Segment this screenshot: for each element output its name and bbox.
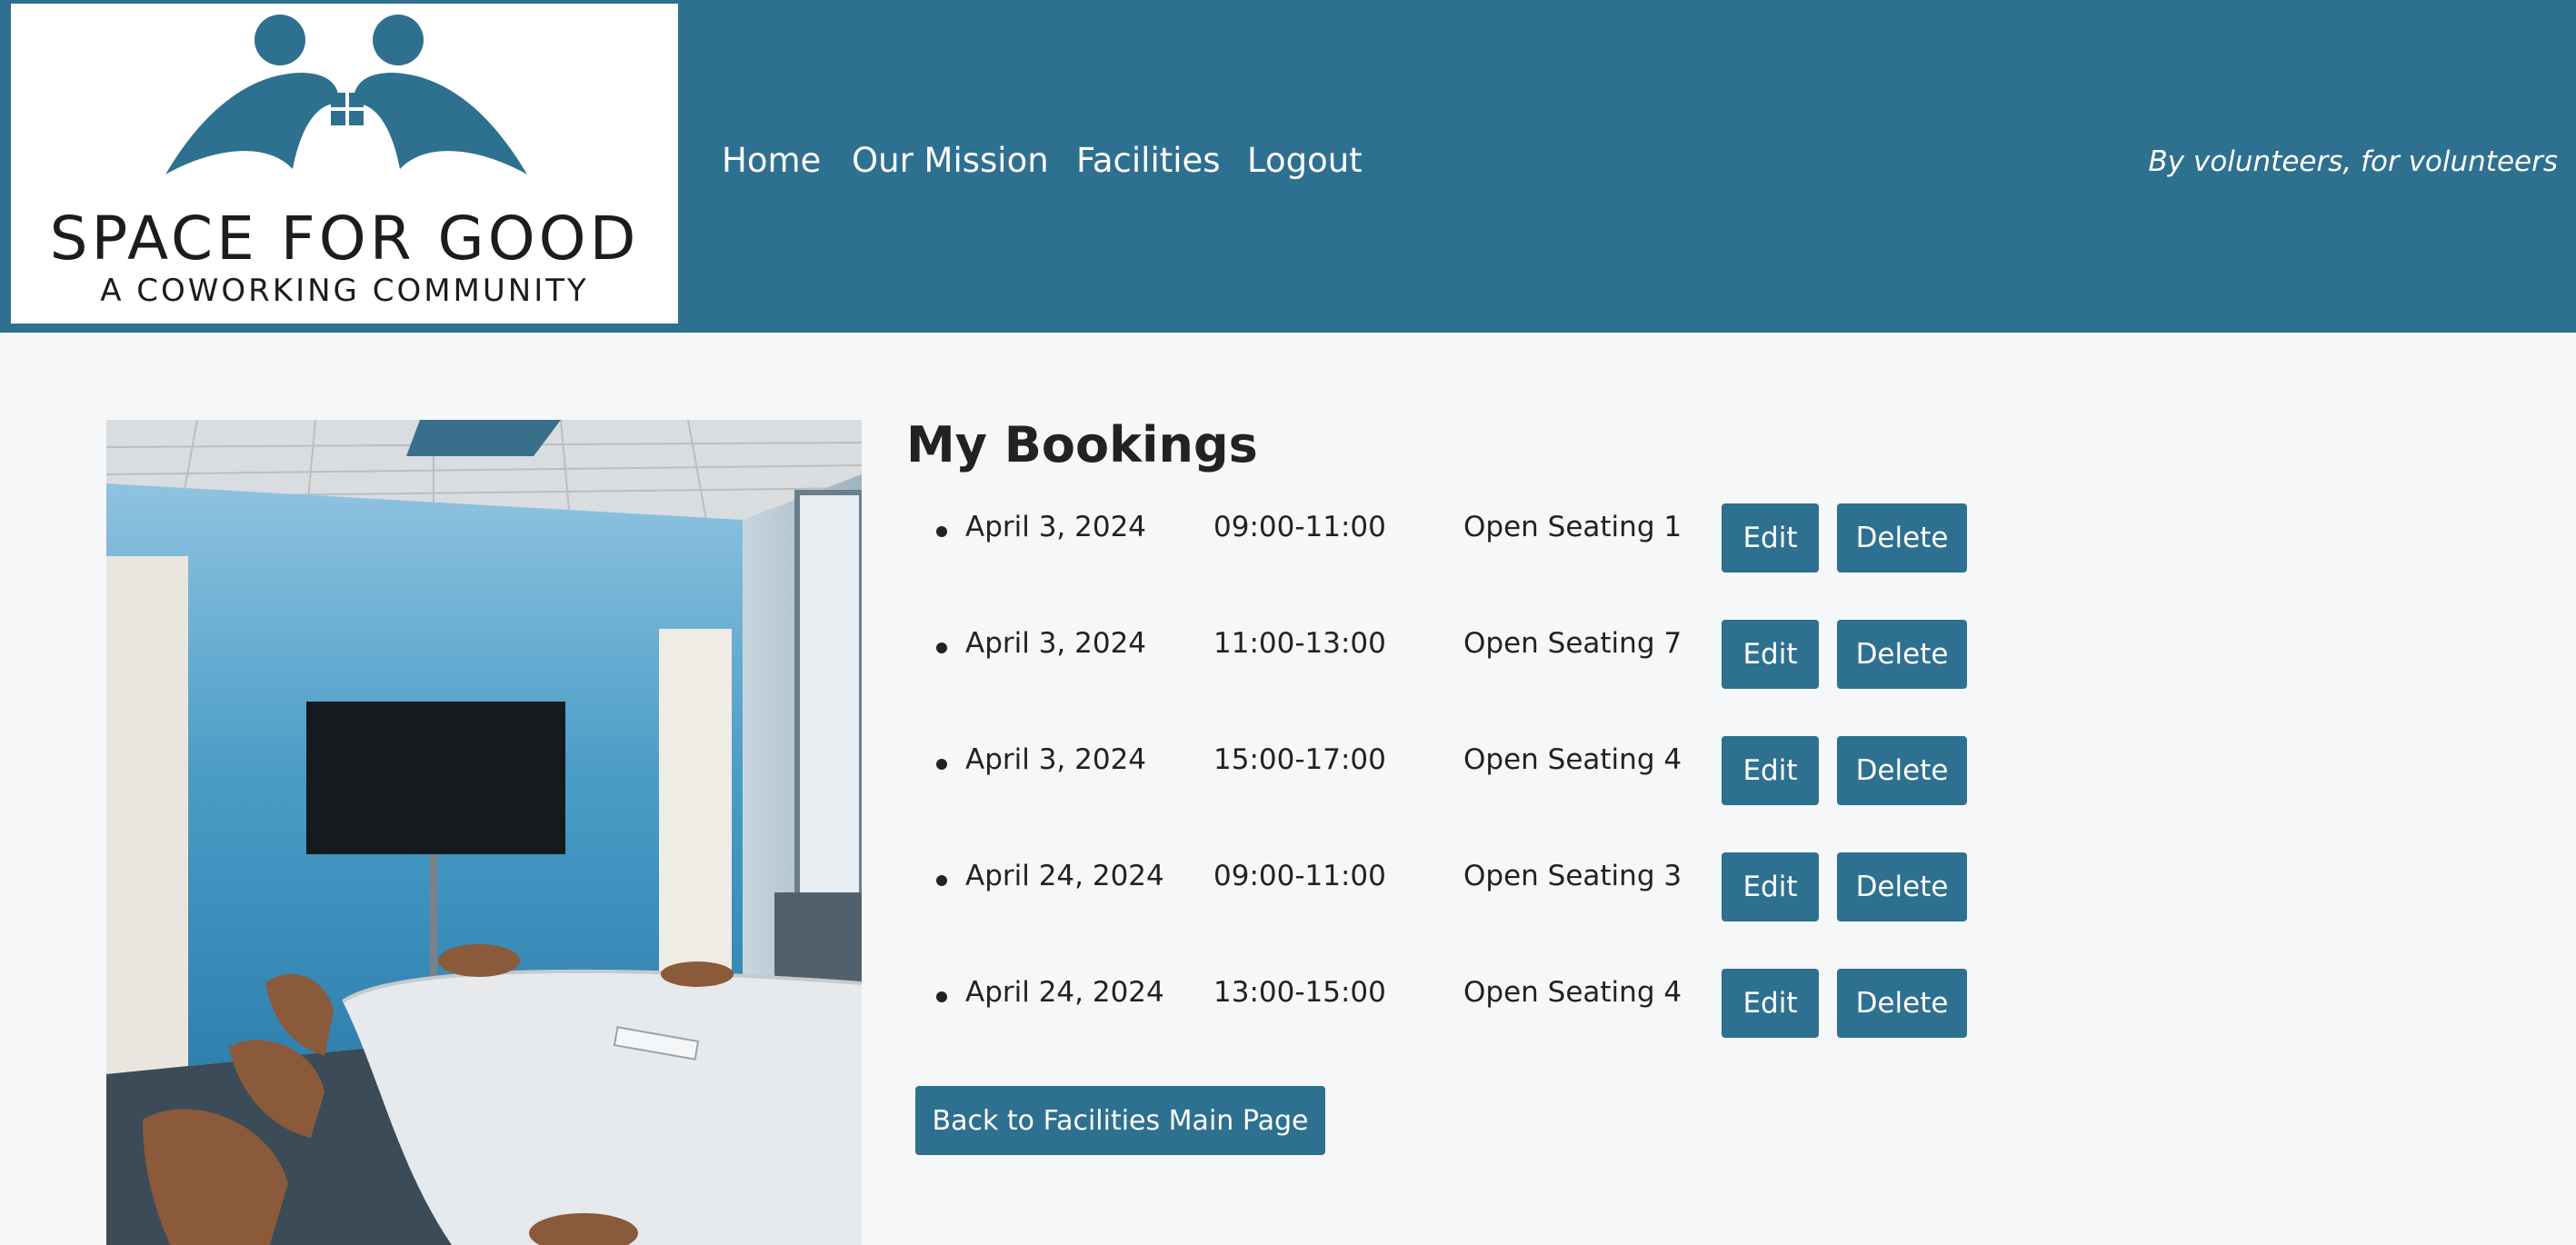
booking-time: 11:00-13:00 [1213,627,1386,660]
delete-button[interactable]: Delete [1837,736,1967,805]
bullet-icon [936,642,947,653]
edit-button[interactable]: Edit [1722,736,1819,805]
logo-subtitle: A COWORKING COMMUNITY [100,273,589,309]
delete-button[interactable]: Delete [1837,969,1967,1038]
logo[interactable]: SPACE FOR GOOD A COWORKING COMMUNITY [11,4,678,324]
booking-row: April 3, 2024 11:00-13:00 Open Seating 7… [936,620,2027,691]
booking-date: April 24, 2024 [965,860,1164,892]
booking-date: April 3, 2024 [965,743,1147,776]
booking-row: April 3, 2024 09:00-11:00 Open Seating 1… [936,503,2027,574]
bullet-icon [936,759,947,770]
site-header: SPACE FOR GOOD A COWORKING COMMUNITY Hom… [0,0,2576,333]
delete-button[interactable]: Delete [1837,503,1967,573]
booking-time: 09:00-11:00 [1213,511,1386,543]
edit-button[interactable]: Edit [1722,620,1819,689]
nav-logout-link[interactable]: Logout [1247,141,1363,180]
booking-space: Open Seating 7 [1463,627,1682,660]
edit-button[interactable]: Edit [1722,503,1819,573]
delete-button[interactable]: Delete [1837,852,1967,921]
booking-space: Open Seating 4 [1463,743,1682,776]
booking-space: Open Seating 3 [1463,860,1682,892]
nav-home-link[interactable]: Home [722,141,821,180]
nav-facilities-link[interactable]: Facilities [1076,141,1221,180]
booking-time: 09:00-11:00 [1213,860,1386,892]
bullet-icon [936,526,947,537]
booking-space: Open Seating 4 [1463,976,1682,1009]
booking-date: April 3, 2024 [965,627,1147,660]
booking-date: April 24, 2024 [965,976,1164,1009]
back-to-facilities-button[interactable]: Back to Facilities Main Page [915,1086,1325,1155]
booking-time: 13:00-15:00 [1213,976,1386,1009]
booking-space: Open Seating 1 [1463,511,1682,543]
booking-time: 15:00-17:00 [1213,743,1386,776]
nav-our-mission-link[interactable]: Our Mission [852,141,1049,180]
booking-row: April 3, 2024 15:00-17:00 Open Seating 4… [936,736,2027,807]
edit-button[interactable]: Edit [1722,969,1819,1038]
logo-title: SPACE FOR GOOD [49,204,640,274]
edit-button[interactable]: Edit [1722,852,1819,921]
delete-button[interactable]: Delete [1837,620,1967,689]
page-title: My Bookings [906,416,1258,473]
booking-date: April 3, 2024 [965,511,1147,543]
meeting-room-photo [106,420,862,1245]
bullet-icon [936,991,947,1002]
booking-row: April 24, 2024 13:00-15:00 Open Seating … [936,969,2027,1040]
tagline: By volunteers, for volunteers [2148,145,2558,178]
booking-row: April 24, 2024 09:00-11:00 Open Seating … [936,852,2027,923]
bullet-icon [936,875,947,886]
